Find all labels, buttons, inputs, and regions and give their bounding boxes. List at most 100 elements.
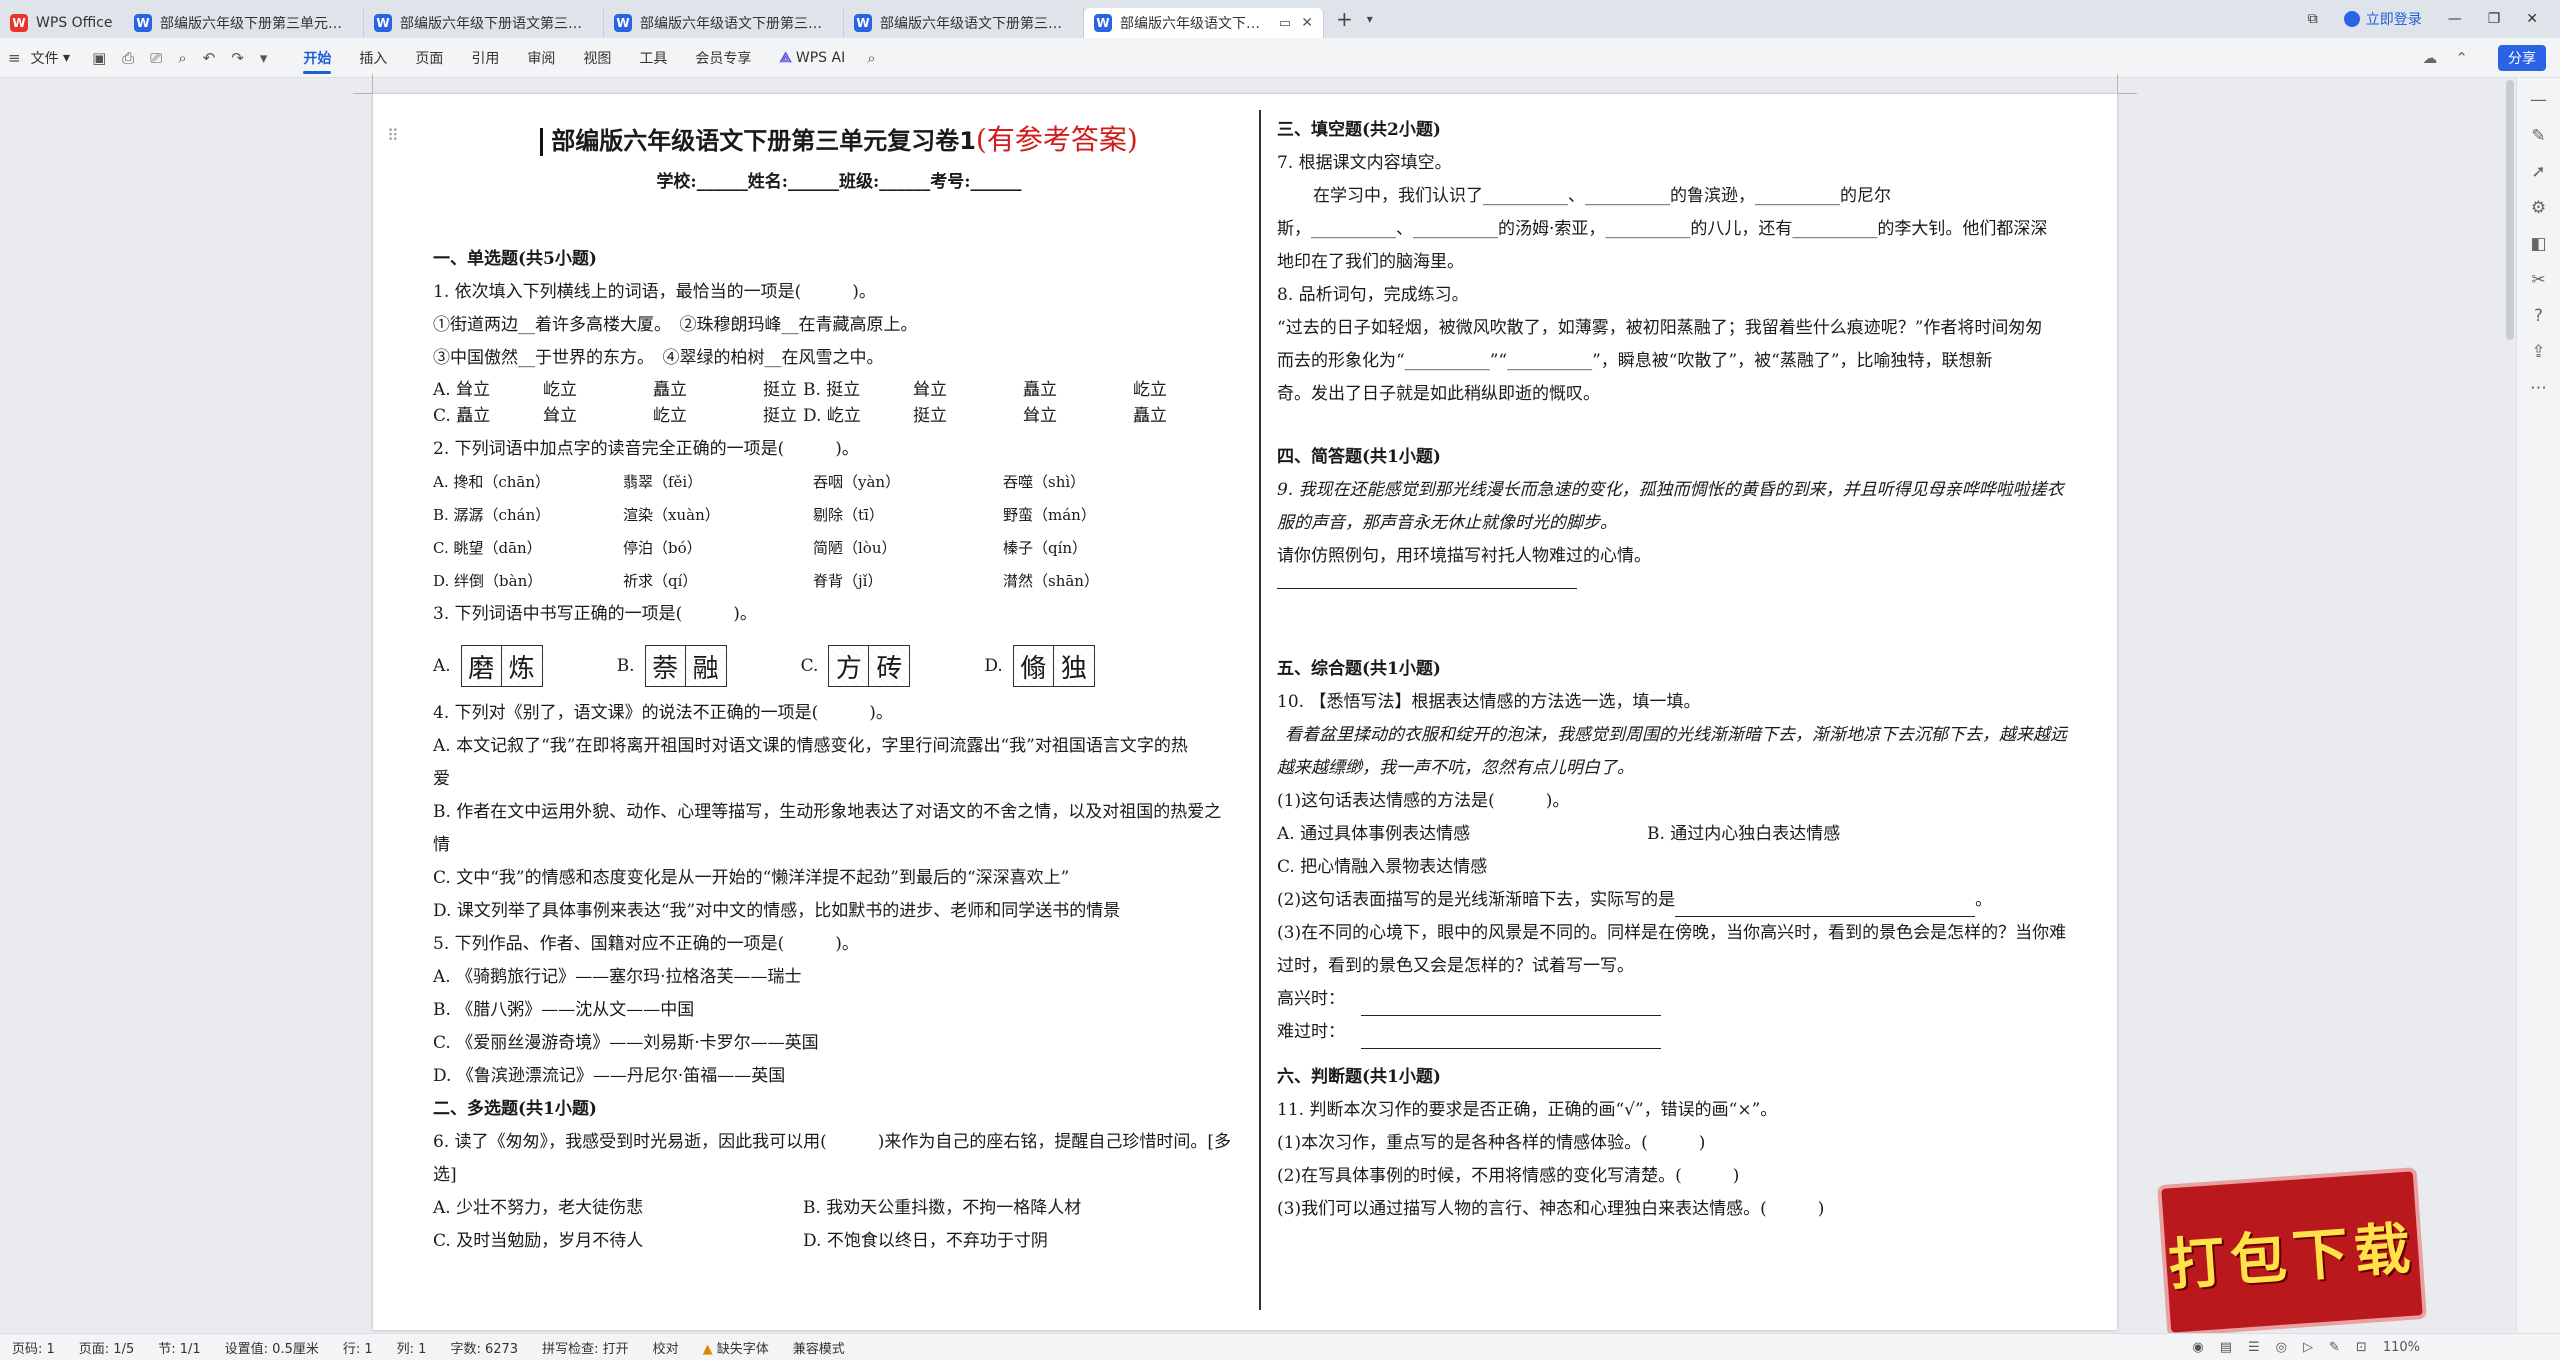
tab-document[interactable]: W 部编版六年级语文下册第三单元测试卷: [604, 8, 844, 38]
tab-document[interactable]: W 部编版六年级下册语文第三单元测试卷: [364, 8, 604, 38]
document-page[interactable]: ⠿ 部编版六年级语文下册第三单元复习卷1(有参考答案) 学校:______姓名:…: [353, 74, 2137, 1330]
share-alt-icon[interactable]: ⇪: [2531, 342, 2545, 362]
question-line: 斯，__________、__________的汤姆·索亚，__________…: [1277, 219, 2048, 239]
print-icon[interactable]: ⎚: [142, 49, 170, 67]
pen-icon[interactable]: ✎: [2329, 1340, 2340, 1355]
question: 6. 读了《匆匆》，我感受到时光易逝，因此我可以用( )来作为自己的座右铭，提醒…: [433, 1132, 1232, 1152]
save-icon[interactable]: ▣: [84, 49, 114, 67]
scrollbar[interactable]: [2506, 80, 2514, 340]
select-icon[interactable]: ➚: [2531, 162, 2545, 182]
status-section[interactable]: 节: 1/1: [146, 1338, 212, 1357]
question: 7. 根据课文内容填空。: [1277, 153, 1452, 173]
option: 情: [433, 835, 450, 855]
status-col[interactable]: 列: 1: [385, 1338, 439, 1357]
close-window-icon[interactable]: ✕: [2526, 11, 2538, 27]
menu-insert[interactable]: 插入: [345, 38, 401, 78]
settings-icon[interactable]: ⚙: [2531, 198, 2546, 218]
question-line: 高兴时：: [1277, 983, 2077, 1016]
eye-icon[interactable]: ◉: [2192, 1340, 2203, 1355]
tools-icon[interactable]: ✂: [2531, 270, 2545, 290]
tab-document-active[interactable]: W 部编版六年级语文下册第三单元 ▭ ✕: [1084, 8, 1324, 38]
web-view-icon[interactable]: ◎: [2276, 1340, 2287, 1355]
zoom-level[interactable]: 110%: [2383, 1340, 2420, 1355]
chevron-down-icon[interactable]: ▾: [1367, 12, 1373, 26]
question-line: (2)这句话表面描写的是光线渐渐暗下去，实际写的是。: [1277, 884, 2077, 917]
tab-document[interactable]: W 部编版六年级语文下册第三单元: [844, 8, 1084, 38]
question: 9. 我现在还能感觉到那光线漫长而急速的变化，孤独而惆怅的黄昏的到来，并且听得见…: [1277, 480, 2064, 500]
tab-label: 部编版六年级下册第三单元复习卷.docx: [160, 16, 353, 32]
menu-file[interactable]: 文件 ▾: [29, 38, 84, 78]
tab-label: 部编版六年级下册语文第三单元测试卷: [400, 16, 593, 32]
q3-options: A. 磨炼 B. 萘融 C. 方砖 D. 翛独: [433, 645, 1245, 687]
menu-review[interactable]: 审阅: [513, 38, 569, 78]
question-line: 看着盆里揉动的衣服和绽开的泡沫，我感觉到周围的光线渐渐暗下去，渐渐地凉下去沉郁下…: [1285, 725, 2067, 745]
menu-home[interactable]: 开始: [289, 38, 345, 78]
menu-bar: ≡ 文件 ▾ ▣ ⎙ ⎚ ⌕ ↶ ↷ ▾ 开始 插入 页面 引用 审阅 视图 工…: [0, 38, 2560, 78]
status-missing-font[interactable]: ▲ 缺失字体: [691, 1338, 781, 1357]
menu-tools[interactable]: 工具: [625, 38, 681, 78]
help-icon[interactable]: ?: [2534, 306, 2543, 326]
fit-icon[interactable]: ⊡: [2356, 1340, 2367, 1355]
status-setting[interactable]: 设置值: 0.5厘米: [213, 1338, 331, 1357]
wps-ai-icon: ⟁: [779, 49, 792, 66]
answer-line[interactable]: [1675, 899, 1976, 917]
monitor-icon[interactable]: ▭: [1279, 16, 1291, 31]
status-compat[interactable]: 兼容模式: [781, 1338, 857, 1357]
left-column: 部编版六年级语文下册第三单元复习卷1(有参考答案) 学校:______姓名:__…: [433, 94, 1245, 1258]
layers-icon[interactable]: ◧: [2530, 234, 2546, 254]
menu-reference[interactable]: 引用: [457, 38, 513, 78]
print-preview-icon[interactable]: ⌕: [170, 49, 194, 67]
warning-icon: ▲: [702, 1341, 713, 1357]
answer-line[interactable]: [1361, 1031, 1662, 1049]
question-line: 奇。发出了日子就是如此稍纵即逝的慨叹。: [1277, 384, 1600, 404]
collapse-icon[interactable]: ⌃: [2455, 49, 2468, 67]
status-spell[interactable]: 拼写检查: 打开: [530, 1338, 641, 1357]
tab-wps-home[interactable]: W WPS Office: [0, 8, 124, 38]
option: A. 《骑鹅旅行记》——塞尔玛·拉格洛芙——瑞士: [433, 967, 802, 987]
page-view-icon[interactable]: ▤: [2220, 1340, 2232, 1355]
cloud-icon[interactable]: ☁: [2422, 49, 2437, 67]
minus-icon[interactable]: —: [2530, 90, 2547, 110]
play-icon[interactable]: ▷: [2303, 1340, 2313, 1355]
login-label: 立即登录: [2365, 12, 2422, 28]
status-proof[interactable]: 校对: [641, 1338, 691, 1357]
option: B. 挺立 耸立 矗立 屹立: [803, 380, 1167, 400]
new-tab-icon[interactable]: +: [1336, 7, 1353, 31]
close-tab-icon[interactable]: ✕: [1301, 15, 1313, 31]
wps-logo: W: [10, 14, 28, 32]
share-button[interactable]: 分享: [2498, 45, 2546, 71]
hamburger-icon[interactable]: ≡: [0, 49, 29, 67]
pen-icon[interactable]: ✎: [2531, 126, 2545, 146]
more-icon[interactable]: ⋯: [2530, 378, 2547, 398]
outline-icon[interactable]: ☰: [2248, 1340, 2260, 1355]
layout-icon[interactable]: ⧉: [2308, 11, 2318, 27]
answer-line[interactable]: [1361, 998, 1662, 1016]
export-icon[interactable]: ⎙: [114, 49, 142, 67]
undo-icon[interactable]: ↶: [195, 49, 224, 67]
tab-document[interactable]: W 部编版六年级下册第三单元复习卷.docx: [124, 8, 364, 38]
character-grid: 萘融: [644, 645, 727, 687]
search-icon[interactable]: ⌕: [859, 49, 883, 67]
question-line: ①街道两边__着许多高楼大厦。 ②珠穆朗玛峰__在青藏高原上。: [433, 315, 918, 335]
minimize-icon[interactable]: —: [2448, 11, 2462, 27]
option: D. 课文列举了具体事例来表达“我”对中文的情感，比如默书的进步、老师和同学送书…: [433, 901, 1121, 921]
status-words[interactable]: 字数: 6273: [438, 1338, 530, 1357]
option: D. 《鲁滨逊漂流记》——丹尼尔·笛福——英国: [433, 1066, 786, 1086]
status-row[interactable]: 行: 1: [331, 1338, 385, 1357]
status-pages[interactable]: 页面: 1/5: [67, 1338, 146, 1357]
download-banner[interactable]: 打包下载: [2157, 1167, 2427, 1337]
maximize-icon[interactable]: ❐: [2488, 11, 2501, 27]
chevron-down-icon[interactable]: ▾: [252, 49, 276, 67]
menu-page[interactable]: 页面: [401, 38, 457, 78]
option: B. 萘融: [617, 645, 727, 687]
redo-icon[interactable]: ↷: [223, 49, 252, 67]
login-button[interactable]: 立即登录: [2343, 9, 2422, 29]
menu-wps-ai[interactable]: ⟁ WPS AI: [765, 38, 859, 78]
menu-view[interactable]: 视图: [569, 38, 625, 78]
character-grid: 翛独: [1012, 645, 1095, 687]
menu-member[interactable]: 会员专享: [681, 38, 765, 78]
status-page[interactable]: 页码: 1: [0, 1338, 67, 1357]
drag-handle-icon[interactable]: ⠿: [387, 126, 399, 145]
answer-line[interactable]: [1277, 573, 1577, 589]
option: C. 眺望（dān） 停泊（bó） 简陋（lòu） 榛子（qín）: [433, 539, 1088, 557]
